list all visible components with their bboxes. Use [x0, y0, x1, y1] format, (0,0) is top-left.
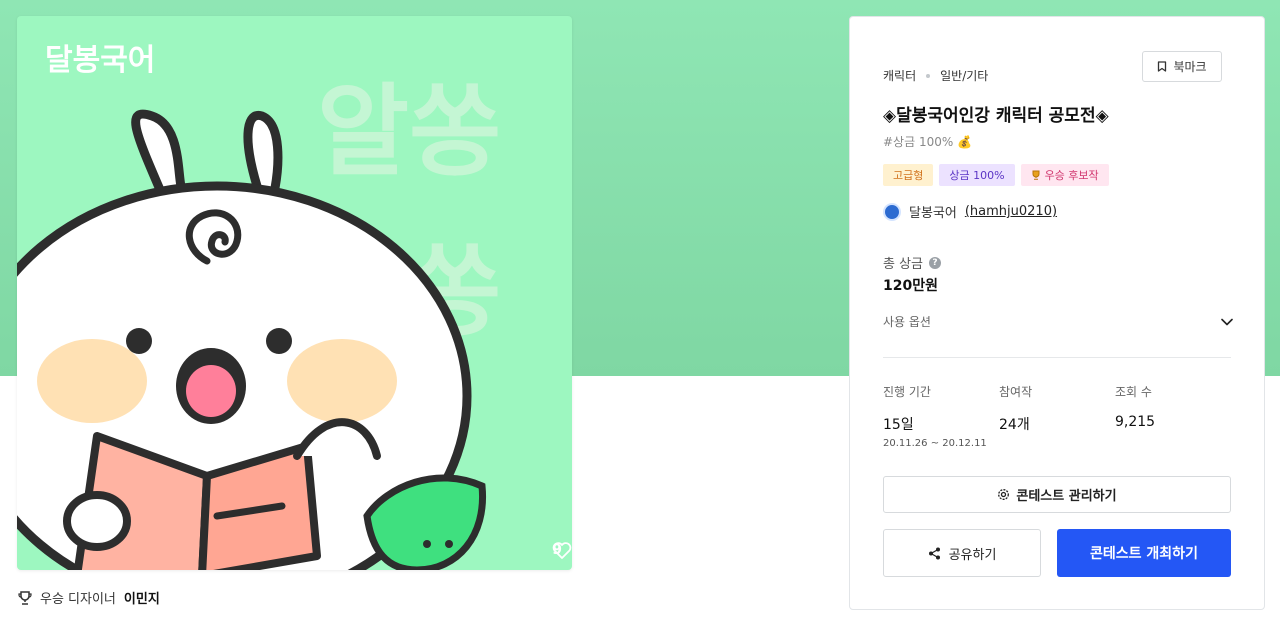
badge-candidate-label: 우승 후보작	[1044, 169, 1099, 182]
trophy-icon	[1032, 170, 1040, 180]
stat-value: 9,215	[1115, 414, 1156, 430]
badge-list: 고급형 상금 100% 우승 후보작	[883, 164, 1109, 186]
stat-date-range: 20.11.26 ~ 20.12.11	[883, 438, 987, 449]
host-id[interactable]: (hamhju0210)	[965, 204, 1057, 219]
share-button[interactable]: 공유하기	[883, 529, 1041, 577]
prize-value: 120만원	[883, 278, 938, 294]
subcategory-label[interactable]: 일반/기타	[940, 67, 988, 84]
share-icon	[928, 547, 940, 559]
stat-value: 15일	[883, 417, 914, 433]
host-info[interactable]: 달봉국어 (hamhju0210)	[883, 202, 1057, 221]
host-name: 달봉국어	[909, 206, 957, 221]
stat-duration: 진행 기간 15일 20.11.26 ~ 20.12.11	[883, 383, 999, 449]
badge-prize: 상금 100%	[939, 164, 1015, 186]
badge-candidate: 우승 후보작	[1020, 164, 1109, 186]
stat-label: 참여작	[999, 385, 1033, 399]
like-counter[interactable]: 9	[552, 542, 572, 559]
contest-info-panel: 캐릭터 일반/기타 북마크 ◈달봉국어인강 캐릭터 공모전◈ #상금 100% …	[849, 16, 1265, 610]
share-label: 공유하기	[948, 547, 997, 563]
gear-icon	[998, 489, 1010, 500]
brand-text: 달봉국어	[45, 43, 155, 78]
stat-entries: 참여작 24개	[999, 383, 1115, 449]
bookmark-label: 북마크	[1173, 60, 1207, 74]
manage-contest-button[interactable]: 콘테스트 관리하기	[883, 476, 1231, 513]
divider	[883, 357, 1231, 358]
contest-artwork[interactable]: 달봉국어 알쏭 달쏭 9	[17, 16, 572, 570]
stat-value: 24개	[999, 417, 1030, 433]
contest-stats: 진행 기간 15일 20.11.26 ~ 20.12.11 참여작 24개 조회…	[883, 383, 1231, 449]
bookmark-button[interactable]: 북마크	[1142, 51, 1222, 82]
prize-label: 총 상금 ?	[883, 253, 942, 272]
chevron-down-icon	[1221, 318, 1233, 325]
heart-icon	[552, 542, 572, 559]
prize-label-text: 총 상금	[883, 257, 924, 272]
contest-tagline: #상금 100% 💰	[883, 135, 973, 149]
avatar	[883, 202, 901, 221]
character-illustration: 달봉국어 알쏭 달쏭	[17, 43, 501, 570]
manage-label: 콘테스트 관리하기	[1016, 489, 1117, 504]
bookmark-icon	[1158, 61, 1167, 72]
stat-label: 조회 수	[1115, 385, 1152, 399]
usage-label: 사용 옵션	[883, 315, 931, 329]
breadcrumb: 캐릭터 일반/기타	[883, 67, 988, 84]
contest-title: ◈달봉국어인강 캐릭터 공모전◈	[883, 106, 1109, 126]
trophy-icon	[18, 590, 32, 605]
usage-options-toggle[interactable]: 사용 옵션	[883, 313, 1233, 330]
host-contest-button[interactable]: 콘테스트 개최하기	[1057, 529, 1231, 577]
winning-designer: 우승 디자이너 이민지	[18, 588, 160, 607]
big-text-1: 알쏭	[317, 73, 501, 190]
winner-label: 우승 디자이너	[40, 592, 116, 607]
category-label[interactable]: 캐릭터	[883, 67, 916, 84]
help-icon[interactable]: ?	[929, 256, 942, 269]
stat-label: 진행 기간	[883, 385, 931, 399]
winner-name[interactable]: 이민지	[124, 588, 160, 607]
breadcrumb-separator	[926, 73, 931, 78]
badge-premium: 고급형	[883, 164, 934, 186]
stat-views: 조회 수 9,215	[1115, 383, 1231, 449]
